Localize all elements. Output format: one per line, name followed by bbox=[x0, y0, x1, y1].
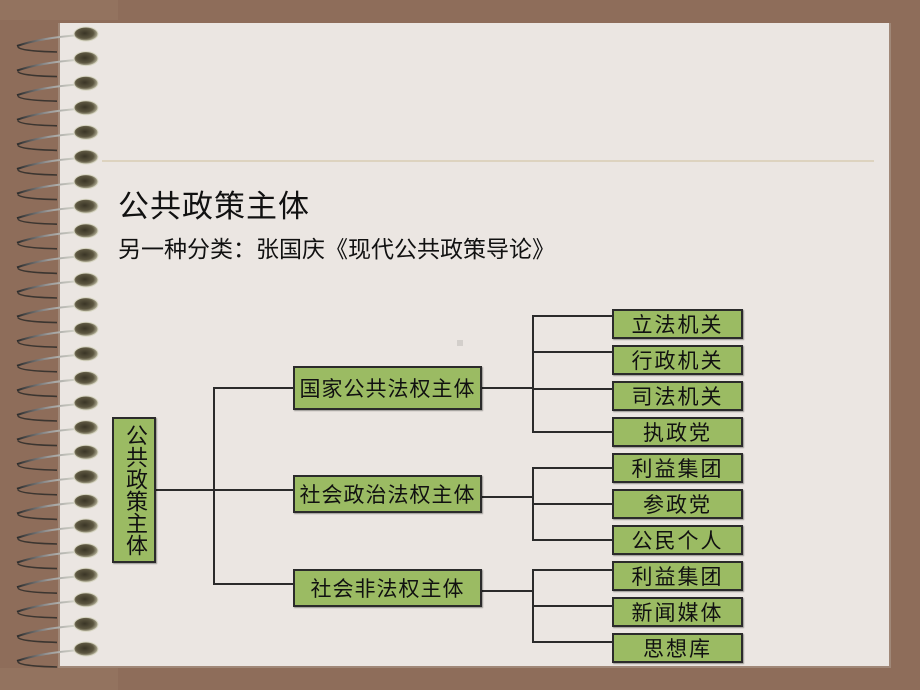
spine-0 bbox=[532, 315, 534, 432]
spiral-binding bbox=[16, 26, 99, 668]
spiral-ring bbox=[16, 616, 99, 644]
connector-branch-2 bbox=[213, 583, 293, 585]
connector-mid-0 bbox=[482, 387, 533, 389]
connector-leaf bbox=[532, 388, 612, 390]
connector-branch-0 bbox=[213, 387, 293, 389]
spiral-ring bbox=[16, 297, 99, 324]
connector-root bbox=[156, 489, 214, 491]
spiral-ring bbox=[16, 444, 99, 471]
spiral-ring bbox=[16, 75, 99, 102]
leaf-node-executive: 行政机关 bbox=[612, 345, 743, 375]
connector-leaf bbox=[532, 431, 612, 433]
spiral-ring bbox=[16, 641, 99, 668]
header-rule bbox=[102, 160, 874, 162]
slide-subtitle: 另一种分类：张国庆《现代公共政策导论》 bbox=[118, 237, 555, 263]
connector-leaf bbox=[532, 605, 612, 607]
connector-leaf bbox=[532, 539, 612, 541]
leaf-node-interest-groups-2: 利益集团 bbox=[612, 561, 743, 591]
spiral-ring bbox=[16, 272, 99, 299]
spiral-ring bbox=[16, 493, 99, 521]
leaf-node-legislature: 立法机关 bbox=[612, 309, 743, 339]
spiral-ring bbox=[16, 247, 99, 275]
spiral-ring bbox=[16, 321, 99, 348]
spiral-ring bbox=[16, 592, 99, 619]
connector-leaf bbox=[532, 569, 612, 571]
spiral-ring bbox=[16, 124, 99, 152]
spiral-ring bbox=[16, 567, 99, 594]
spiral-ring bbox=[16, 346, 99, 373]
leaf-node-think-tanks: 思想库 bbox=[612, 633, 743, 663]
leaf-node-ruling-party: 执政党 bbox=[612, 417, 743, 447]
branch-node-state-legal: 国家公共法权主体 bbox=[293, 366, 482, 410]
connector-leaf bbox=[532, 315, 612, 317]
spiral-ring bbox=[16, 51, 99, 78]
connector-branch-1 bbox=[213, 489, 293, 491]
connector-leaf bbox=[532, 503, 612, 505]
spiral-ring bbox=[16, 223, 99, 250]
spiral-ring bbox=[16, 26, 99, 53]
root-node: 公共政策主体 bbox=[112, 417, 156, 563]
placeholder-marker bbox=[457, 340, 463, 346]
connector-trunk bbox=[213, 387, 215, 584]
connector-mid-2 bbox=[482, 590, 533, 592]
spiral-ring bbox=[16, 174, 99, 201]
leaf-node-citizens: 公民个人 bbox=[612, 525, 743, 555]
spiral-ring bbox=[16, 469, 99, 496]
connector-leaf bbox=[532, 467, 612, 469]
connector-leaf bbox=[532, 351, 612, 353]
spiral-ring bbox=[16, 100, 99, 127]
spiral-ring bbox=[16, 518, 99, 545]
spiral-ring bbox=[16, 198, 99, 225]
connector-leaf bbox=[532, 641, 612, 643]
leaf-node-judiciary: 司法机关 bbox=[612, 381, 743, 411]
branch-node-social-political: 社会政治法权主体 bbox=[293, 475, 482, 513]
leaf-node-participating-parties: 参政党 bbox=[612, 489, 743, 519]
branch-node-social-nonlegal: 社会非法权主体 bbox=[293, 569, 482, 607]
spiral-ring bbox=[16, 395, 99, 422]
connector-mid-1 bbox=[482, 496, 533, 498]
slide-title: 公共政策主体 bbox=[118, 189, 310, 225]
spiral-ring bbox=[16, 543, 99, 570]
spiral-ring bbox=[16, 149, 99, 176]
leaf-node-news-media: 新闻媒体 bbox=[612, 597, 743, 627]
spiral-ring bbox=[16, 370, 99, 398]
spiral-ring bbox=[16, 420, 99, 447]
leaf-node-interest-groups: 利益集团 bbox=[612, 453, 743, 483]
